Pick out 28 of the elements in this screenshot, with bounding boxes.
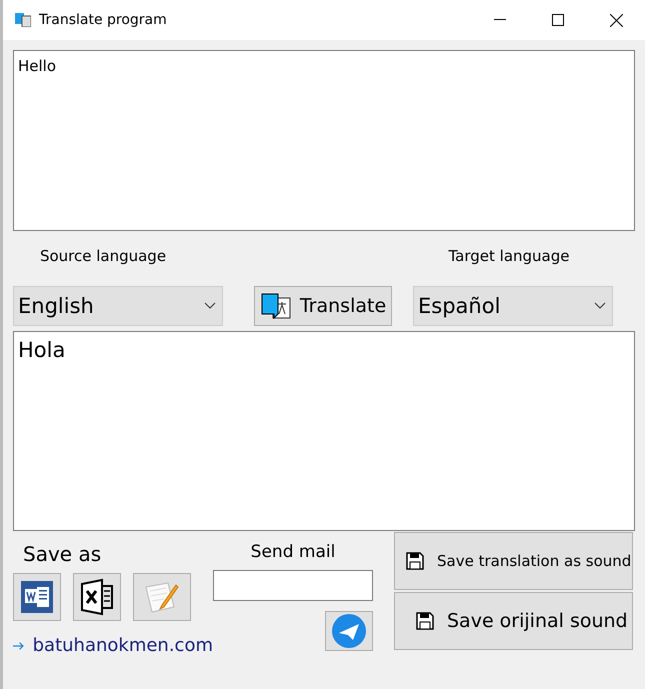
website-link[interactable]: batuhanokmen.com bbox=[32, 635, 213, 656]
maximize-icon bbox=[552, 14, 564, 26]
minimize-icon bbox=[494, 19, 506, 21]
source-language-label: Source language bbox=[38, 247, 168, 265]
window-title: Translate program bbox=[39, 12, 168, 28]
document-icon bbox=[19, 579, 55, 615]
source-text-field[interactable]: Hello bbox=[13, 50, 635, 231]
email-field[interactable] bbox=[213, 570, 373, 601]
word-export-button[interactable] bbox=[13, 573, 61, 621]
notepad-export-button[interactable] bbox=[133, 573, 191, 621]
arrow-right-icon bbox=[13, 640, 25, 650]
save-sound-button[interactable]: Save orijinal sound bbox=[394, 592, 633, 650]
save-as-label: Save as bbox=[22, 541, 102, 568]
target-language-label: Target language bbox=[447, 247, 570, 265]
chevron-down-icon bbox=[594, 302, 606, 310]
translate-icon bbox=[260, 292, 292, 320]
send-mail-button[interactable] bbox=[325, 611, 373, 651]
save-sound-button[interactable]: Save translation as sound bbox=[394, 532, 633, 590]
translate-button[interactable]: Translate bbox=[254, 286, 392, 326]
excel-export-button[interactable] bbox=[73, 573, 121, 621]
translate-app-icon bbox=[15, 13, 31, 27]
spreadsheet-icon bbox=[79, 578, 115, 616]
close-icon bbox=[610, 14, 622, 26]
translation-text-field[interactable]: Hola bbox=[13, 331, 635, 531]
source-language-dropdown[interactable]: English bbox=[13, 286, 223, 326]
send-mail-label: Send mail bbox=[250, 541, 336, 564]
target-language-dropdown[interactable]: Español bbox=[413, 286, 613, 326]
chevron-down-icon bbox=[204, 302, 216, 310]
